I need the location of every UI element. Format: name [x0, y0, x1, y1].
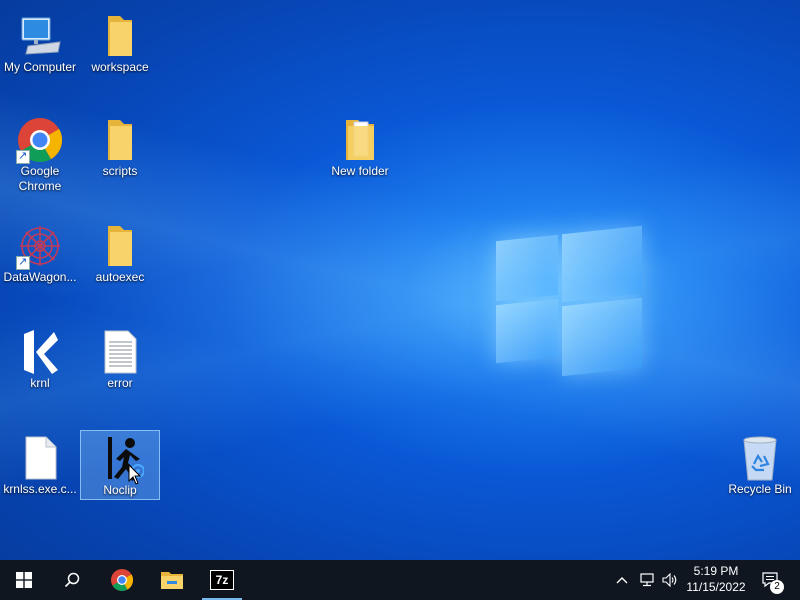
speaker-icon [662, 573, 677, 587]
desktop-icon-label: error [107, 376, 133, 390]
tray-volume-button[interactable] [660, 560, 680, 600]
desktop-icon-workspace[interactable]: workspace [81, 8, 159, 76]
taskbar: 7z 5:19 PM 11/15/2022 2 [0, 560, 800, 600]
blank-file-icon [16, 434, 64, 482]
desktop-icon-label: My Computer [3, 60, 77, 74]
desktop-icon-label: Noclip [103, 483, 137, 497]
text-document-icon [96, 328, 144, 376]
folder-icon [96, 116, 144, 164]
start-button[interactable] [0, 560, 48, 600]
chrome-icon [111, 569, 134, 592]
desktop-icon-google-chrome[interactable]: Google Chrome [1, 112, 79, 193]
desktop-icon-my-computer[interactable]: My Computer [1, 8, 79, 76]
clock-time: 5:19 PM [693, 564, 739, 578]
datawagon-mandala-icon [16, 222, 64, 270]
chevron-up-icon [616, 577, 628, 584]
taskbar-chrome-button[interactable] [98, 560, 146, 600]
taskbar-clock[interactable]: 5:19 PM 11/15/2022 [680, 563, 752, 595]
desktop-icon-new-folder[interactable]: New folder [321, 112, 399, 180]
notification-count-badge: 2 [770, 580, 784, 594]
desktop-icon-label: DataWagon... [3, 270, 77, 284]
folder-icon [96, 12, 144, 60]
desktop-icon-label: autoexec [95, 270, 145, 284]
desktop-icon-label: Google Chrome [18, 164, 62, 193]
desktop-icon-label: krnl [30, 376, 50, 390]
desktop-icon-label: New folder [331, 164, 389, 178]
folder-icon [96, 222, 144, 270]
desktop-icon-scripts[interactable]: scripts [81, 112, 159, 180]
desktop-icon-autoexec[interactable]: autoexec [81, 218, 159, 286]
desktop-icon-krnl[interactable]: krnl [1, 324, 79, 392]
desktop-icon-error[interactable]: error [81, 324, 159, 392]
folder-icon [336, 116, 384, 164]
desktop-icon-datawagon[interactable]: DataWagon... [1, 218, 79, 286]
tray-overflow-button[interactable] [612, 560, 632, 600]
7zip-label: 7z [215, 573, 229, 587]
monitor-icon [16, 12, 64, 60]
chrome-icon [16, 116, 64, 164]
search-button[interactable] [48, 560, 96, 600]
7zip-icon: 7z [210, 570, 234, 590]
shortcut-arrow-icon [16, 254, 30, 270]
tray-network-button[interactable] [636, 560, 658, 600]
mouse-cursor-icon [128, 464, 142, 485]
windows-wallpaper-logo [496, 225, 644, 377]
desktop-icon-label: Recycle Bin [728, 482, 792, 496]
desktop-icon-krnlss[interactable]: krnlss.exe.c... [1, 430, 79, 498]
windows-start-icon [16, 572, 32, 588]
desktop-icon-label: workspace [91, 60, 149, 74]
desktop-icon-recycle-bin[interactable]: Recycle Bin [721, 430, 799, 498]
search-icon [64, 572, 80, 588]
desktop-icon-label: scripts [102, 164, 138, 178]
action-center-button[interactable]: 2 [756, 560, 786, 600]
desktop-icon-noclip[interactable]: Noclip [80, 430, 160, 500]
network-icon [640, 573, 654, 587]
file-explorer-icon [161, 572, 183, 589]
recycle-bin-icon [736, 434, 784, 482]
taskbar-file-explorer-button[interactable] [148, 560, 196, 600]
taskbar-7zip-button[interactable]: 7z [198, 560, 246, 600]
krnl-k-icon [16, 328, 64, 376]
desktop-icon-label: krnlss.exe.c... [3, 482, 77, 496]
clock-date: 11/15/2022 [686, 580, 746, 594]
shortcut-arrow-icon [16, 148, 30, 164]
